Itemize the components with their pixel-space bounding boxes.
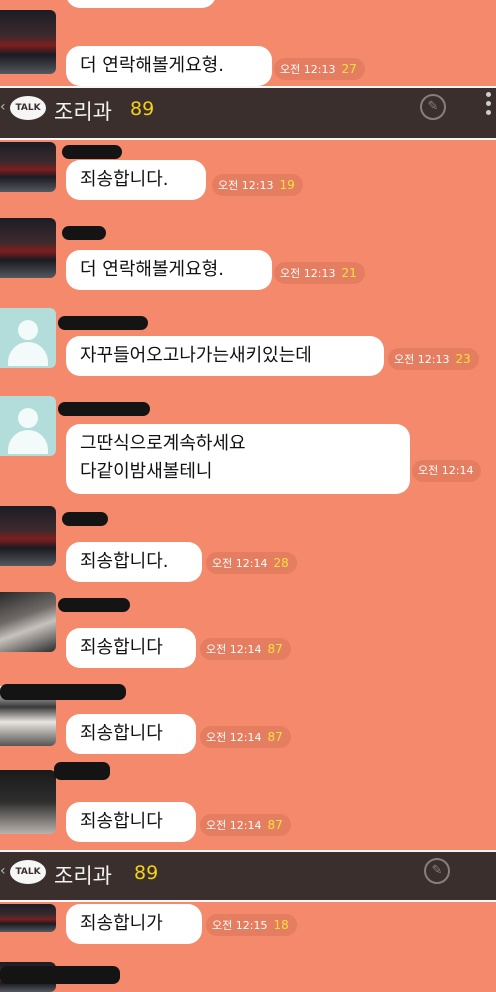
redacted-name bbox=[58, 598, 130, 612]
message-time: 오전 12:13 bbox=[218, 179, 274, 192]
redacted-name bbox=[62, 145, 122, 159]
chat-header: ‹ TALK 조리과 89 ✎ bbox=[0, 86, 496, 140]
avatar[interactable] bbox=[0, 218, 56, 278]
message-meta: 오전 12:13 19 bbox=[212, 174, 303, 196]
message-time: 오전 12:15 bbox=[212, 919, 268, 932]
message-bubble: 그딴식으로계속하세요 다같이밤새볼테니 bbox=[66, 424, 410, 494]
message-bubble: 더 연락해볼게요형. bbox=[66, 46, 272, 86]
message-bubble: 죄송합니다 bbox=[66, 714, 196, 754]
avatar[interactable] bbox=[0, 142, 56, 192]
avatar[interactable] bbox=[0, 396, 56, 456]
redacted-name bbox=[0, 684, 126, 700]
avatar[interactable] bbox=[0, 770, 56, 834]
unread-count: 23 bbox=[455, 352, 471, 366]
message-bubble: 자꾸들어오고나가는새키있는데 bbox=[66, 336, 384, 376]
menu-icon[interactable] bbox=[486, 92, 492, 119]
back-arrow-icon[interactable]: ‹ bbox=[0, 99, 6, 115]
back-arrow-icon[interactable]: ‹ bbox=[0, 863, 6, 879]
partial-message-bubble bbox=[66, 0, 216, 8]
message-line: 그딴식으로계속하세요 bbox=[80, 433, 246, 454]
unread-count: 18 bbox=[273, 918, 289, 932]
message-meta: 오전 12:13 23 bbox=[388, 348, 479, 370]
unread-count: 87 bbox=[267, 818, 283, 832]
message-time: 오전 12:13 bbox=[280, 63, 336, 76]
kakaotalk-logo-icon: TALK bbox=[10, 96, 46, 120]
message-line: 다같이밤새볼테니 bbox=[80, 461, 213, 482]
redacted-name bbox=[0, 966, 120, 984]
message-bubble: 죄송합니다 bbox=[66, 628, 196, 668]
avatar[interactable] bbox=[0, 10, 56, 74]
message-meta: 오전 12:13 27 bbox=[274, 58, 365, 80]
redacted-name bbox=[62, 512, 108, 526]
message-bubble: 더 연락해볼게요형. bbox=[66, 250, 272, 290]
message-meta: 오전 12:14 87 bbox=[200, 638, 291, 660]
message-meta: 오전 12:14 87 bbox=[200, 726, 291, 748]
member-count: 89 bbox=[134, 862, 159, 884]
avatar[interactable] bbox=[0, 904, 56, 932]
message-meta: 오전 12:15 18 bbox=[206, 914, 297, 936]
mute-icon[interactable]: ✎ bbox=[420, 94, 446, 120]
redacted-name bbox=[54, 762, 110, 780]
chat-header: ‹ TALK 조리과 89 ✎ bbox=[0, 850, 496, 902]
message-time: 오전 12:13 bbox=[280, 267, 336, 280]
avatar[interactable] bbox=[0, 592, 56, 652]
chat-room-title: 조리과 bbox=[54, 864, 112, 888]
message-time: 오전 12:14 bbox=[212, 557, 268, 570]
unread-count: 21 bbox=[341, 266, 357, 280]
redacted-name bbox=[62, 226, 106, 240]
unread-count: 87 bbox=[267, 730, 283, 744]
redacted-name bbox=[58, 316, 148, 330]
message-meta: 오전 12:13 21 bbox=[274, 262, 365, 284]
message-bubble: 죄송합니다. bbox=[66, 542, 202, 582]
message-bubble: 죄송합니다 bbox=[66, 802, 196, 842]
message-time: 오전 12:13 bbox=[394, 353, 450, 366]
unread-count: 87 bbox=[267, 642, 283, 656]
unread-count: 27 bbox=[341, 62, 357, 76]
unread-count: 19 bbox=[279, 178, 295, 192]
message-time: 오전 12:14 bbox=[206, 643, 262, 656]
message-time: 오전 12:14 bbox=[418, 464, 474, 477]
avatar[interactable] bbox=[0, 506, 56, 566]
redacted-name bbox=[58, 402, 150, 416]
message-meta: 오전 12:14 bbox=[412, 460, 482, 482]
unread-count: 28 bbox=[273, 556, 289, 570]
avatar[interactable] bbox=[0, 308, 56, 368]
chat-room-title: 조리과 bbox=[54, 100, 112, 124]
message-bubble: 죄송합니다. bbox=[66, 160, 206, 200]
member-count: 89 bbox=[130, 98, 155, 120]
message-bubble: 죄송합니가 bbox=[66, 904, 202, 944]
mute-icon[interactable]: ✎ bbox=[424, 858, 450, 884]
message-time: 오전 12:14 bbox=[206, 819, 262, 832]
kakaotalk-logo-icon: TALK bbox=[10, 860, 46, 884]
message-meta: 오전 12:14 87 bbox=[200, 814, 291, 836]
message-meta: 오전 12:14 28 bbox=[206, 552, 297, 574]
message-time: 오전 12:14 bbox=[206, 731, 262, 744]
